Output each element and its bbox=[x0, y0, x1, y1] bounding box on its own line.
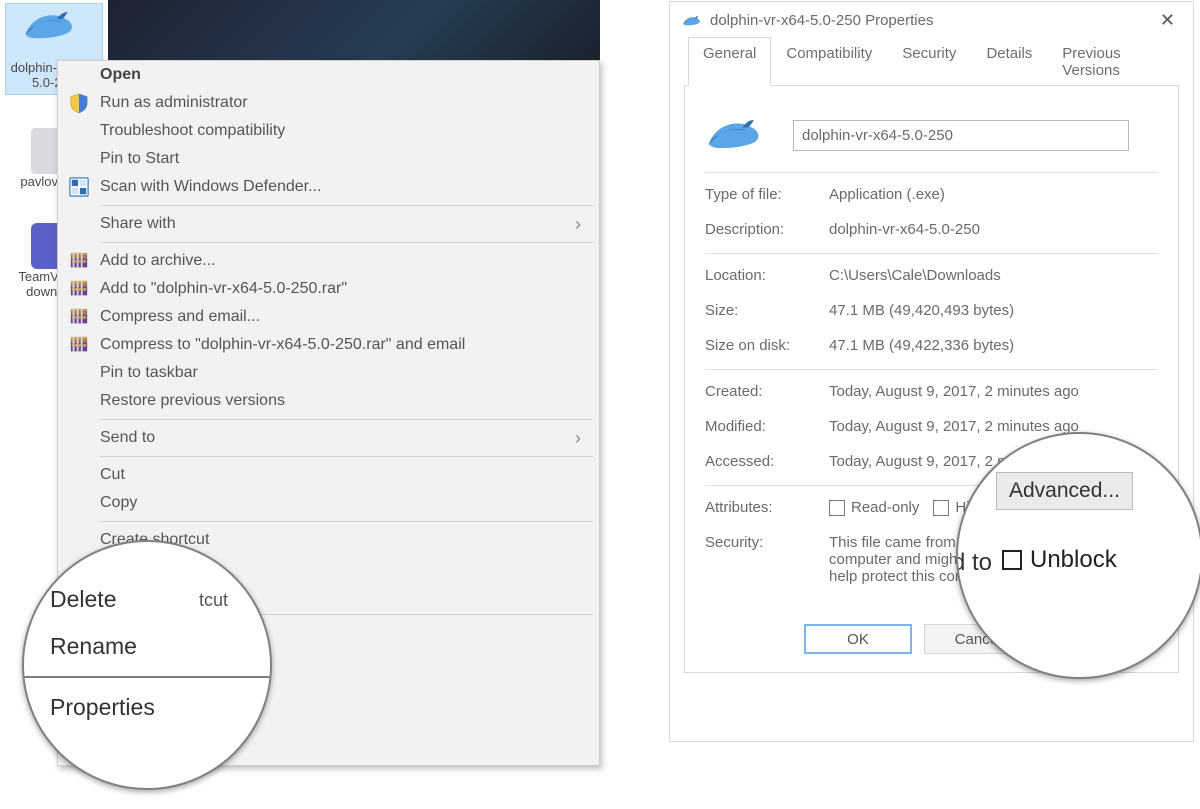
value-desc: dolphin-vr-x64-5.0-250 bbox=[829, 221, 980, 238]
context-menu-compress-to-dolphin-vr-x64-5-0-250-rar-a[interactable]: Compress to "dolphin-vr-x64-5.0-250.rar"… bbox=[58, 331, 599, 359]
close-icon[interactable]: ✕ bbox=[1154, 10, 1181, 31]
menu-item-label: Restore previous versions bbox=[100, 392, 285, 410]
chevron-right-icon: › bbox=[575, 214, 581, 235]
value-size: 47.1 MB (49,420,493 bytes) bbox=[829, 302, 1014, 319]
magnifier-left: tcut Delete Rename Properties bbox=[22, 540, 272, 790]
value-modified: Today, August 9, 2017, 2 minutes ago bbox=[829, 418, 1079, 435]
panel-separator bbox=[705, 369, 1158, 370]
context-menu-run-as-administrator[interactable]: Run as administrator bbox=[58, 89, 599, 117]
winrar-icon bbox=[68, 250, 90, 272]
menu-separator bbox=[100, 521, 593, 522]
label-desc: Description: bbox=[705, 221, 829, 238]
magnifier-right: Advanced... d to Unblock bbox=[956, 432, 1200, 679]
value-type: Application (.exe) bbox=[829, 186, 945, 203]
tab-general[interactable]: General bbox=[688, 37, 771, 86]
value-disk: 47.1 MB (49,422,336 bytes) bbox=[829, 337, 1014, 354]
checkbox-unblock[interactable]: Unblock bbox=[1002, 546, 1117, 574]
label-accessed: Accessed: bbox=[705, 453, 829, 470]
menu-item-label: Add to "dolphin-vr-x64-5.0-250.rar" bbox=[100, 280, 347, 298]
label-size: Size: bbox=[705, 302, 829, 319]
shield-icon bbox=[68, 92, 90, 114]
menu-item-label: Cut bbox=[100, 466, 125, 484]
checkbox-icon bbox=[1002, 550, 1022, 570]
defender-icon bbox=[68, 176, 90, 198]
label-modified: Modified: bbox=[705, 418, 829, 435]
menu-item-label: Open bbox=[100, 66, 141, 84]
advanced-button[interactable]: Advanced... bbox=[996, 472, 1133, 510]
label-attributes: Attributes: bbox=[705, 499, 829, 516]
context-menu-compress-and-email[interactable]: Compress and email... bbox=[58, 303, 599, 331]
tab-strip: GeneralCompatibilitySecurityDetailsPrevi… bbox=[688, 37, 1179, 85]
checkbox-readonly[interactable]: Read-only bbox=[829, 499, 919, 516]
menu-separator bbox=[100, 242, 593, 243]
context-menu-add-to-archive[interactable]: Add to archive... bbox=[58, 247, 599, 275]
dolphin-app-icon bbox=[22, 6, 86, 56]
winrar-icon bbox=[68, 278, 90, 300]
dolphin-titlebar-icon bbox=[682, 11, 702, 31]
context-menu-troubleshoot-compatibility[interactable]: Troubleshoot compatibility bbox=[58, 117, 599, 145]
winrar-icon bbox=[68, 334, 90, 356]
menu-item-label: Pin to Start bbox=[100, 150, 179, 168]
value-location: C:\Users\Cale\Downloads bbox=[829, 267, 1001, 284]
context-menu-share-with[interactable]: Share with › bbox=[58, 210, 599, 238]
label-type: Type of file: bbox=[705, 186, 829, 203]
menu-separator bbox=[100, 419, 593, 420]
menu-item-label: Scan with Windows Defender... bbox=[100, 178, 321, 196]
checkbox-unblock-label: Unblock bbox=[1030, 546, 1117, 574]
context-menu-pin-to-start[interactable]: Pin to Start bbox=[58, 145, 599, 173]
titlebar: dolphin-vr-x64-5.0-250 Properties ✕ bbox=[670, 2, 1193, 37]
menu-separator bbox=[100, 456, 593, 457]
label-security: Security: bbox=[705, 534, 829, 551]
label-created: Created: bbox=[705, 383, 829, 400]
label-location: Location: bbox=[705, 267, 829, 284]
context-menu-open[interactable]: Open bbox=[58, 61, 599, 89]
panel-separator bbox=[705, 172, 1158, 173]
menu-separator bbox=[22, 676, 272, 678]
tab-previous-versions[interactable]: Previous Versions bbox=[1047, 37, 1179, 85]
tab-security[interactable]: Security bbox=[887, 37, 971, 85]
context-menu-rename[interactable]: Rename bbox=[48, 623, 246, 670]
fragment-text: tcut bbox=[199, 590, 228, 611]
menu-item-label: Share with bbox=[100, 215, 176, 233]
menu-item-label: Run as administrator bbox=[100, 94, 248, 112]
filename-input[interactable]: dolphin-vr-x64-5.0-250 bbox=[793, 120, 1129, 151]
menu-item-label: Troubleshoot compatibility bbox=[100, 122, 285, 140]
label-disk: Size on disk: bbox=[705, 337, 829, 354]
checkbox-readonly-label: Read-only bbox=[851, 499, 919, 516]
chevron-right-icon: › bbox=[575, 428, 581, 449]
panel-separator bbox=[705, 253, 1158, 254]
dolphin-app-icon bbox=[705, 113, 765, 157]
context-menu-add-to-dolphin-vr-x64-5-0-250-rar[interactable]: Add to "dolphin-vr-x64-5.0-250.rar" bbox=[58, 275, 599, 303]
tab-details[interactable]: Details bbox=[971, 37, 1047, 85]
menu-item-label: Send to bbox=[100, 429, 155, 447]
fragment-text: d to bbox=[956, 549, 992, 577]
menu-item-label: Pin to taskbar bbox=[100, 364, 198, 382]
ok-button[interactable]: OK bbox=[804, 624, 912, 654]
context-menu-properties[interactable]: Properties bbox=[48, 684, 246, 731]
context-menu-send-to[interactable]: Send to › bbox=[58, 424, 599, 452]
menu-item-label: Compress and email... bbox=[100, 308, 260, 326]
menu-separator bbox=[100, 205, 593, 206]
menu-item-label: Compress to "dolphin-vr-x64-5.0-250.rar"… bbox=[100, 336, 465, 354]
context-menu-pin-to-taskbar[interactable]: Pin to taskbar bbox=[58, 359, 599, 387]
winrar-icon bbox=[68, 306, 90, 328]
tab-compatibility[interactable]: Compatibility bbox=[771, 37, 887, 85]
window-title: dolphin-vr-x64-5.0-250 Properties bbox=[710, 12, 933, 29]
context-menu-copy[interactable]: Copy bbox=[58, 489, 599, 517]
menu-item-label: Copy bbox=[100, 494, 137, 512]
menu-item-label: Add to archive... bbox=[100, 252, 216, 270]
context-menu-restore-previous-versions[interactable]: Restore previous versions bbox=[58, 387, 599, 415]
context-menu-cut[interactable]: Cut bbox=[58, 461, 599, 489]
context-menu-scan-with-windows-defender[interactable]: Scan with Windows Defender... bbox=[58, 173, 599, 201]
value-created: Today, August 9, 2017, 2 minutes ago bbox=[829, 383, 1079, 400]
desktop-wallpaper bbox=[108, 0, 600, 60]
